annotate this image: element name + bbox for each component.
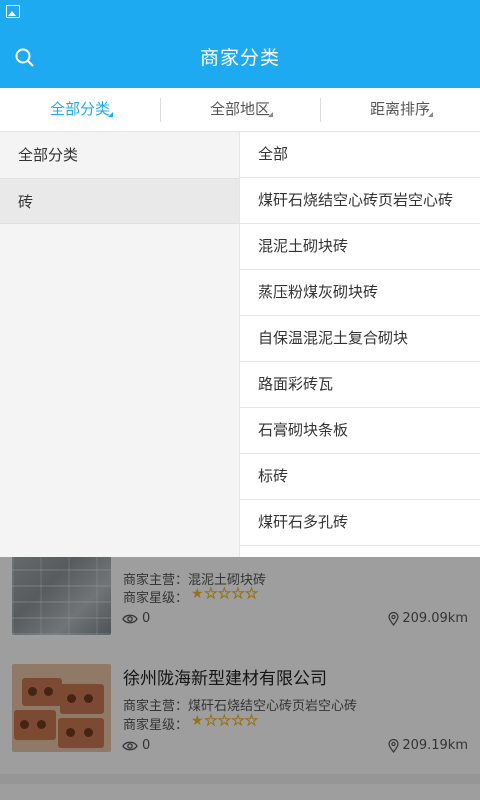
- divider: [320, 98, 321, 122]
- secondary-category-item[interactable]: 标砖: [240, 454, 480, 500]
- filter-sort-tab[interactable]: 距离排序: [320, 88, 480, 131]
- secondary-category-item[interactable]: 蒸压粉煤灰砌块砖: [240, 270, 480, 316]
- status-bar: [0, 0, 480, 25]
- filter-category-tab[interactable]: 全部分类: [0, 88, 160, 131]
- filter-bar: 全部分类 全部地区 距离排序: [0, 88, 480, 132]
- secondary-category-item[interactable]: 煤矸石多孔砖: [240, 500, 480, 546]
- filter-category-label: 全部分类: [49, 100, 110, 118]
- gallery-notification-icon: [6, 5, 20, 18]
- app-bar: 商家分类: [0, 25, 480, 88]
- page-title: 商家分类: [199, 47, 280, 69]
- secondary-category-item[interactable]: 全部: [240, 132, 480, 178]
- secondary-category-list: 全部 煤矸石烧结空心砖页岩空心砖 混泥土砌块砖 蒸压粉煤灰砌块砖 自保温混泥土复…: [240, 132, 480, 557]
- primary-category-item[interactable]: 全部分类: [0, 132, 239, 178]
- filter-region-label: 全部地区: [209, 100, 270, 118]
- secondary-category-item[interactable]: 煤矸石烧结空心砖页岩空心砖: [240, 178, 480, 224]
- dropdown-indicator-icon: [108, 112, 113, 117]
- secondary-category-item[interactable]: 自保温混泥土复合砌块: [240, 316, 480, 362]
- secondary-category-item[interactable]: 混泥土砌块砖: [240, 224, 480, 270]
- primary-category-list: 全部分类 砖: [0, 132, 240, 557]
- filter-region-tab[interactable]: 全部地区: [160, 88, 320, 131]
- category-dropdown: 全部分类 砖 全部 煤矸石烧结空心砖页岩空心砖 混泥土砌块砖 蒸压粉煤灰砌块砖 …: [0, 132, 480, 557]
- secondary-category-item[interactable]: 路面彩砖瓦: [240, 362, 480, 408]
- filter-sort-label: 距离排序: [369, 100, 430, 118]
- secondary-category-item[interactable]: 石膏砌块条板: [240, 408, 480, 454]
- dropdown-indicator-icon: [428, 112, 433, 117]
- dropdown-indicator-icon: [268, 112, 273, 117]
- primary-category-item[interactable]: 砖: [0, 178, 239, 224]
- divider: [160, 98, 161, 122]
